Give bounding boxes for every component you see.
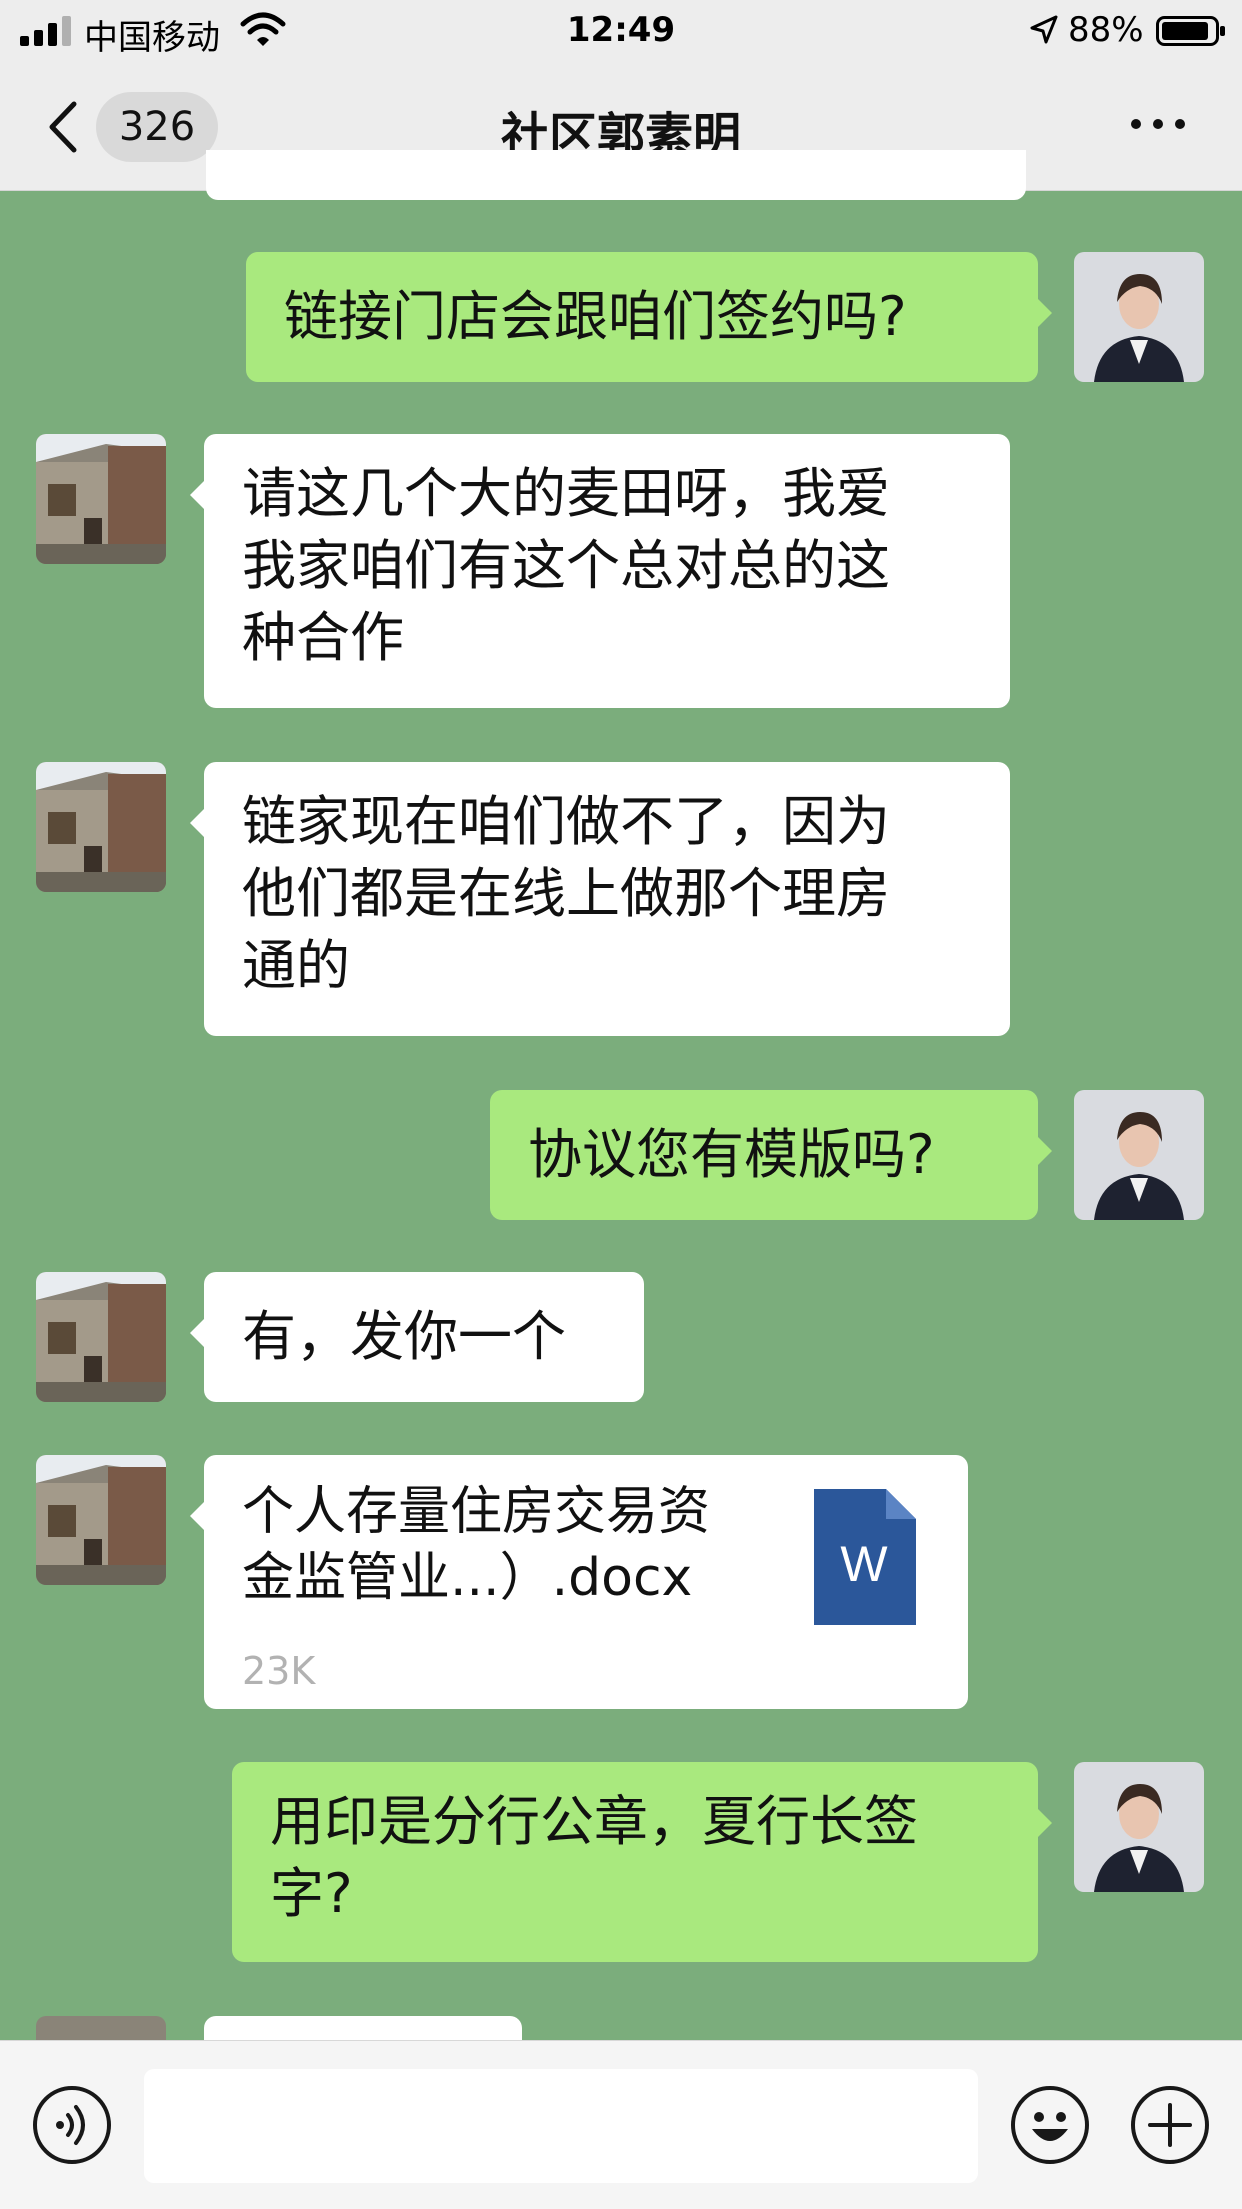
file-size: 23K: [242, 1649, 316, 1693]
avatar-contact-partial: [36, 2016, 166, 2040]
message-text: 协议您有模版吗?: [528, 1123, 935, 1186]
avatar-contact[interactable]: [36, 434, 166, 564]
avatar-self-image: [1074, 1090, 1204, 1220]
status-bar: 中国移动 12:49 88%: [0, 0, 1242, 62]
message-text: 链接门店会跟咱们签约吗?: [284, 285, 907, 348]
message-text: 有，发你一个: [242, 1305, 566, 1368]
message-bubble-incoming[interactable]: 链家现在咱们做不了，因为 他们都是在线上做那个理房 通的: [190, 762, 1010, 1036]
avatar-contact-image: [36, 1272, 166, 1402]
location-arrow-icon: [1030, 15, 1058, 44]
message-text: 用印是分行公章，夏行长签 字?: [270, 1790, 918, 1925]
avatar-contact[interactable]: [36, 762, 166, 892]
message-bubble-partial: [206, 150, 1026, 200]
input-bar: [0, 2040, 1242, 2209]
file-message-bubble[interactable]: 个人存量住房交易资 金监管业...）.docx 23K W: [190, 1455, 968, 1709]
message-bubble-outgoing[interactable]: 协议您有模版吗?: [490, 1090, 1052, 1220]
avatar-self-image: [1074, 252, 1204, 382]
word-document-icon: W: [814, 1489, 916, 1625]
emoji-icon[interactable]: [1010, 2085, 1090, 2165]
voice-icon[interactable]: [32, 2085, 112, 2165]
message-bubble-incoming[interactable]: 有，发你一个: [190, 1272, 644, 1402]
avatar-self-image: [1074, 1762, 1204, 1892]
avatar-self[interactable]: [1074, 1090, 1204, 1220]
avatar-contact[interactable]: [36, 1455, 166, 1585]
avatar-contact[interactable]: [36, 1272, 166, 1402]
battery-icon: [1156, 16, 1225, 46]
battery-percent: 88%: [1068, 10, 1144, 50]
file-name: 个人存量住房交易资 金监管业...）.docx: [242, 1482, 711, 1608]
avatar-self[interactable]: [1074, 252, 1204, 382]
avatar-contact-image: [36, 434, 166, 564]
more-icon[interactable]: [1128, 114, 1188, 134]
avatar-self[interactable]: [1074, 1762, 1204, 1892]
message-bubble-partial: [204, 2016, 522, 2040]
message-bubble-outgoing[interactable]: 用印是分行公章，夏行长签 字?: [232, 1762, 1052, 1962]
avatar-contact-image: [36, 1455, 166, 1585]
message-input[interactable]: [144, 2069, 978, 2183]
plus-icon[interactable]: [1130, 2085, 1210, 2165]
message-bubble-incoming[interactable]: 请这几个大的麦田呀，我爱 我家咱们有这个总对总的这 种合作: [190, 434, 1010, 708]
message-bubble-outgoing[interactable]: 链接门店会跟咱们签约吗?: [246, 252, 1052, 382]
message-text: 请这几个大的麦田呀，我爱 我家咱们有这个总对总的这 种合作: [242, 462, 890, 669]
word-icon-letter: W: [840, 1536, 888, 1592]
message-text: 链家现在咱们做不了，因为 他们都是在线上做那个理房 通的: [242, 790, 890, 997]
avatar-contact-image: [36, 762, 166, 892]
